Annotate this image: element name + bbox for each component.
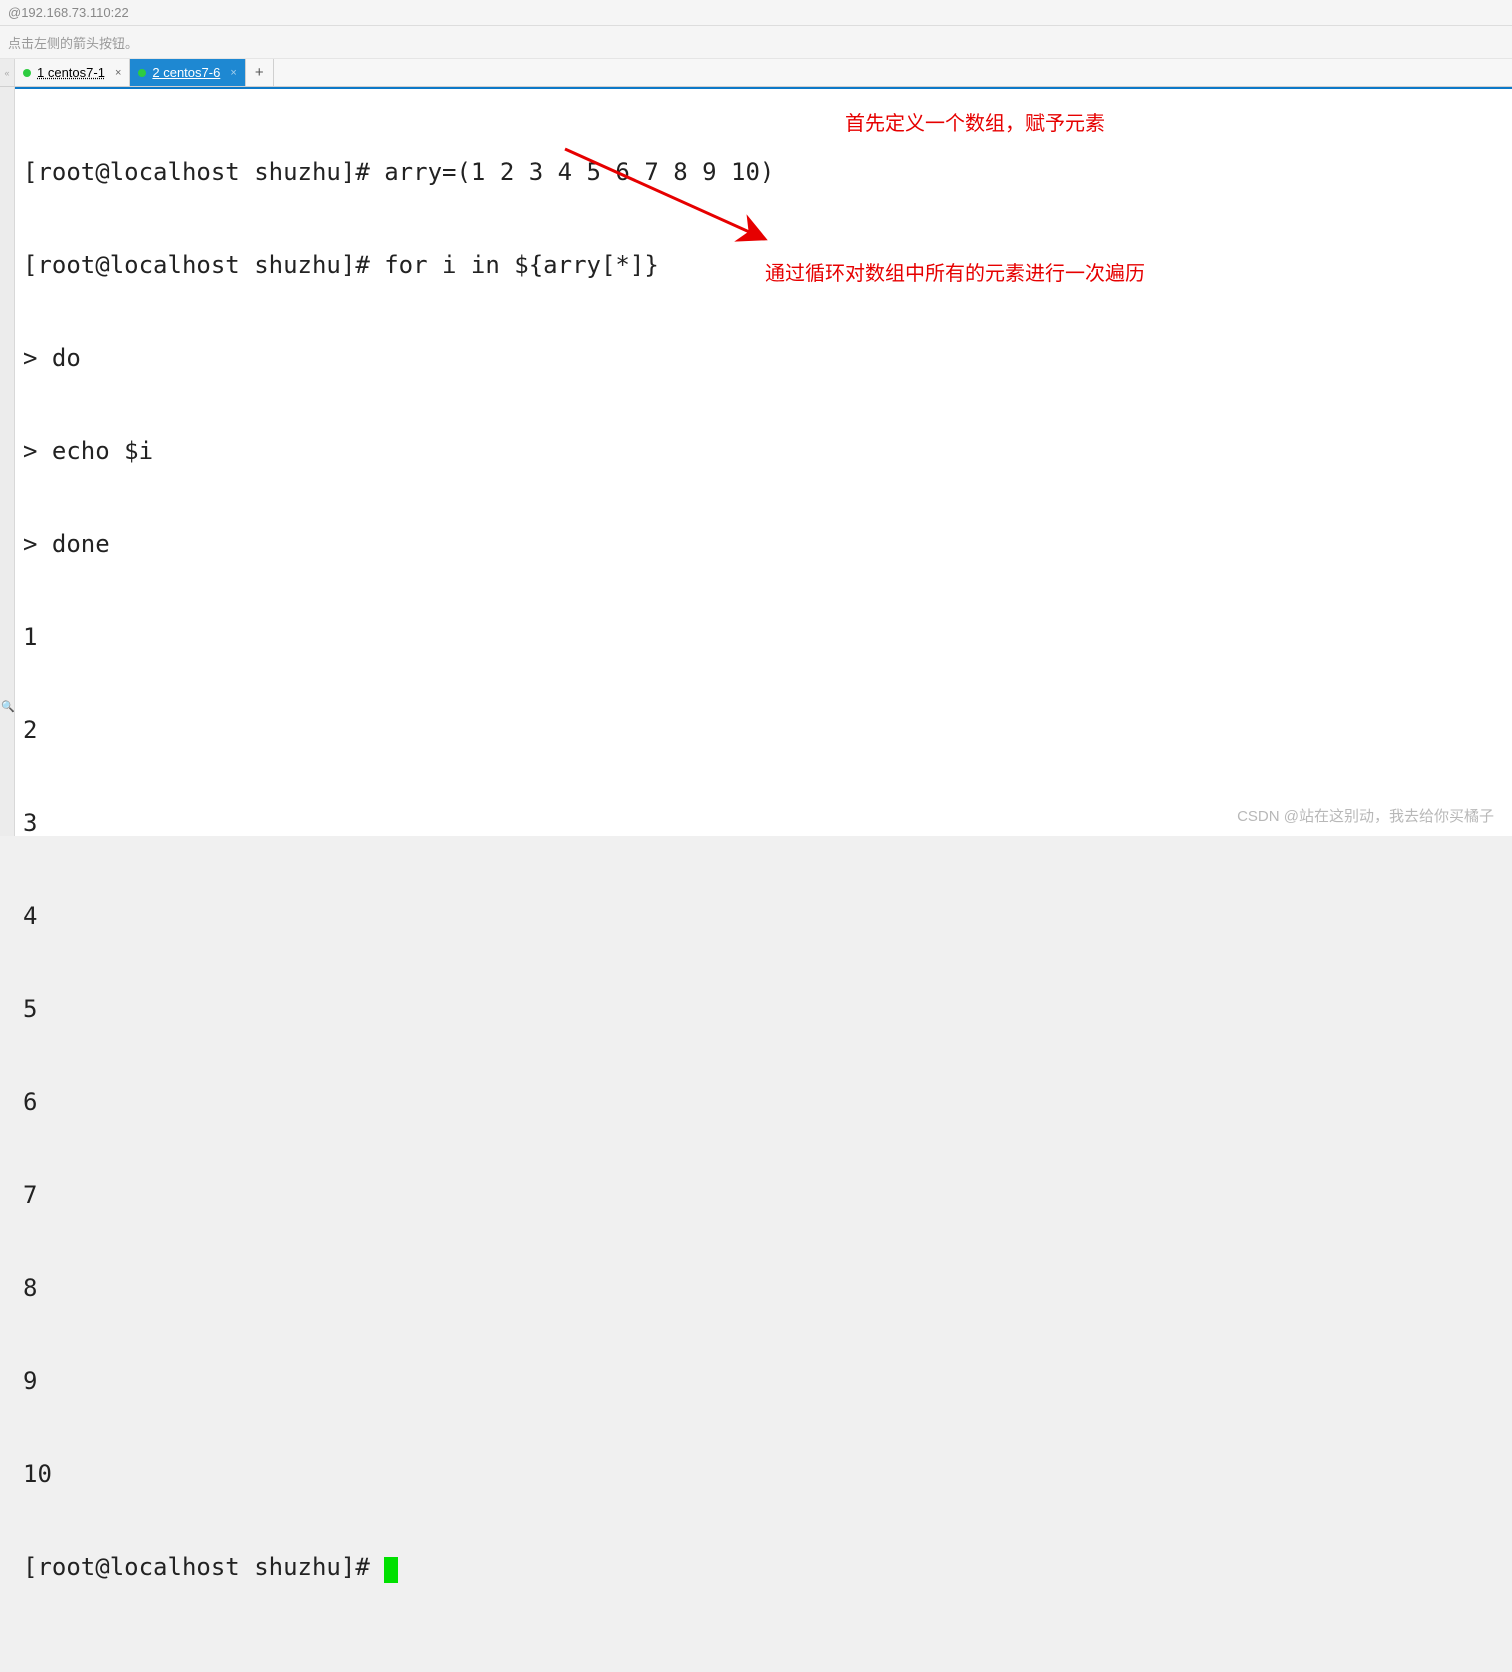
status-dot-icon: [23, 69, 31, 77]
terminal-line: 7: [23, 1180, 1504, 1211]
search-icon[interactable]: 🔍: [1, 700, 15, 713]
terminal-line: 9: [23, 1366, 1504, 1397]
terminal-line: 6: [23, 1087, 1504, 1118]
terminal-prompt-line: [root@localhost shuzhu]#: [23, 1552, 1504, 1583]
side-gutter: [0, 87, 15, 836]
terminal-line: > do: [23, 343, 1504, 374]
cursor-icon: [384, 1557, 398, 1583]
close-icon[interactable]: ×: [115, 67, 121, 79]
tab-label: 1 centos7-1: [37, 65, 105, 80]
title-bar: @192.168.73.110:22: [0, 0, 1512, 26]
terminal-line: 8: [23, 1273, 1504, 1304]
annotation-2: 通过循环对数组中所有的元素进行一次遍历: [765, 259, 1145, 290]
collapse-icon[interactable]: «: [0, 59, 15, 86]
add-tab-button[interactable]: +: [246, 59, 274, 86]
terminal-line: 4: [23, 901, 1504, 932]
terminal-line: 5: [23, 994, 1504, 1025]
watermark: CSDN @站在这别动，我去给你买橘子: [1237, 805, 1494, 826]
tab-label: 2 centos7-6: [152, 65, 220, 80]
terminal[interactable]: [root@localhost shuzhu]# arry=(1 2 3 4 5…: [15, 87, 1512, 836]
terminal-line: > echo $i: [23, 436, 1504, 467]
terminal-line: [root@localhost shuzhu]# for i in ${arry…: [23, 250, 1504, 281]
tab-centos7-1[interactable]: 1 centos7-1 ×: [15, 59, 130, 86]
tab-centos7-6[interactable]: 2 centos7-6 ×: [130, 59, 245, 86]
status-dot-icon: [138, 69, 146, 77]
terminal-line: 10: [23, 1459, 1504, 1490]
terminal-line: > done: [23, 529, 1504, 560]
close-icon[interactable]: ×: [230, 67, 236, 79]
terminal-line: 1: [23, 622, 1504, 653]
window-title: @192.168.73.110:22: [8, 5, 129, 20]
annotation-1: 首先定义一个数组，赋予元素: [845, 109, 1105, 140]
hint-text: 点击左侧的箭头按钮。: [8, 33, 138, 52]
tab-bar: « 1 centos7-1 × 2 centos7-6 × +: [0, 59, 1512, 87]
hint-bar: 点击左侧的箭头按钮。: [0, 26, 1512, 59]
terminal-line: [root@localhost shuzhu]# arry=(1 2 3 4 5…: [23, 157, 1504, 188]
terminal-line: 2: [23, 715, 1504, 746]
